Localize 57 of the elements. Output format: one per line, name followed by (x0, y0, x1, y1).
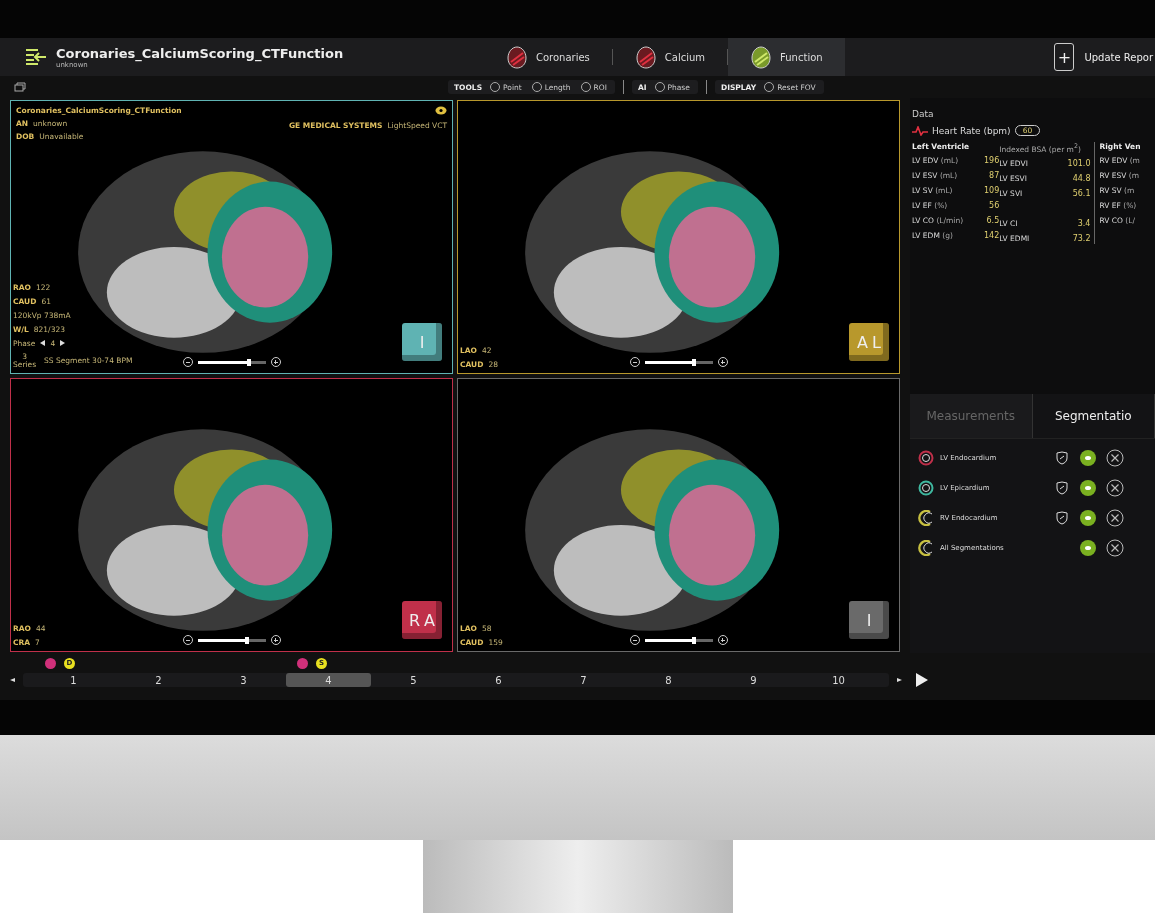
timeline-step-button[interactable]: 4 (286, 673, 371, 687)
orientation-cube[interactable]: R A (402, 601, 442, 639)
measure-value: 6.5 (986, 216, 1000, 225)
exit-arrow-icon[interactable] (24, 47, 48, 67)
close-icon[interactable] (1106, 449, 1124, 467)
plus-icon: + (1054, 43, 1075, 71)
eye-icon[interactable] (435, 106, 447, 115)
shield-icon[interactable] (1056, 511, 1068, 525)
visibility-toggle[interactable] (1080, 450, 1096, 466)
visibility-toggle[interactable] (1080, 480, 1096, 496)
play-icon[interactable] (916, 673, 928, 687)
timeline-step-button[interactable]: 10 (796, 673, 881, 687)
shield-icon[interactable] (1056, 451, 1068, 465)
frame-marker[interactable] (45, 657, 56, 669)
timeline-step-button[interactable]: 9 (711, 673, 796, 687)
measure-value: 142 (983, 231, 1000, 240)
heartbeat-icon (912, 125, 928, 136)
workflow-tab[interactable]: Function (728, 38, 845, 76)
timeline-step-button[interactable]: 1 (31, 673, 116, 687)
measure-value: 56.1 (1072, 188, 1091, 199)
zoom-slider[interactable] (197, 360, 266, 364)
timeline-step-button[interactable]: 2 (116, 673, 201, 687)
frame-marker[interactable] (297, 657, 308, 669)
zoom-slider[interactable] (644, 360, 713, 364)
measure-value: 44.8 (1072, 173, 1091, 184)
study-title: Coronaries_CalciumScoring_CTFunction (56, 45, 344, 61)
shield-icon[interactable] (1056, 481, 1068, 495)
timeline-step-button[interactable]: 7 (541, 673, 626, 687)
visibility-toggle[interactable] (1080, 510, 1096, 526)
panel-heading: Data (912, 109, 934, 119)
window-icon[interactable] (14, 82, 26, 92)
heart-rate-label: Heart Rate (bpm) (932, 125, 1011, 136)
visibility-toggle[interactable] (1080, 540, 1096, 556)
timeline-step-button[interactable]: 5 (371, 673, 456, 687)
close-icon[interactable] (1106, 479, 1124, 497)
next-icon[interactable] (60, 340, 66, 346)
timeline-step-button[interactable]: 6 (456, 673, 541, 687)
measure-value: 196 (983, 156, 1000, 165)
orientation-cube[interactable]: I (849, 601, 889, 639)
previous-icon[interactable] (40, 340, 46, 346)
measure-value: 56 (989, 201, 1000, 211)
measure-value: 101.0 (1067, 158, 1091, 169)
zoom-slider[interactable] (644, 638, 713, 642)
timeline-step-button[interactable]: 8 (626, 673, 711, 687)
close-icon[interactable] (1106, 539, 1124, 557)
close-icon[interactable] (1106, 509, 1124, 527)
workflow-tab[interactable]: Calcium (612, 38, 728, 76)
previous-icon[interactable] (10, 678, 15, 682)
measure-value: 73.2 (1072, 233, 1091, 244)
workflow-tab[interactable]: Coronaries (484, 38, 612, 76)
timeline-step-button[interactable]: 3 (201, 673, 286, 687)
update-report-button[interactable]: + Update Repor (1054, 43, 1153, 71)
next-icon[interactable] (897, 678, 902, 682)
measure-value: 3.4 (1077, 218, 1091, 229)
zoom-slider[interactable] (197, 638, 266, 642)
measure-value: 87 (989, 171, 1000, 181)
measure-value: 109 (983, 186, 1000, 195)
